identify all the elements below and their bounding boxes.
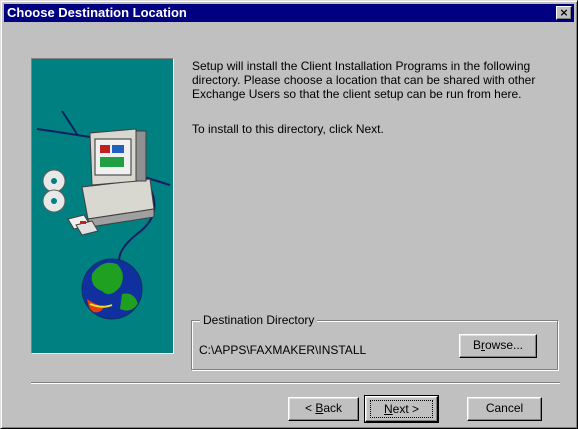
close-button[interactable]: × xyxy=(556,6,572,20)
globe-icon xyxy=(81,258,143,320)
browse-button[interactable]: Browse... xyxy=(459,334,537,358)
destination-directory-group: Destination Directory C:\APPS\FAXMAKER\I… xyxy=(191,313,558,370)
separator xyxy=(31,382,560,384)
setup-dialog: Choose Destination Location × Setup will… xyxy=(0,0,578,429)
focus-rect: Next > xyxy=(370,400,433,418)
instruction-text: To install to this directory, click Next… xyxy=(192,122,384,136)
destination-group-label: Destination Directory xyxy=(200,313,318,327)
computer-icon xyxy=(81,128,155,228)
cancel-button[interactable]: Cancel xyxy=(467,397,542,421)
setup-illustration xyxy=(36,110,171,320)
setup-illustration-panel xyxy=(31,58,174,354)
dialog-title: Choose Destination Location xyxy=(7,5,187,20)
cd-disc-icon xyxy=(42,169,66,213)
destination-path: C:\APPS\FAXMAKER\INSTALL xyxy=(199,343,367,357)
intro-text: Setup will install the Client Installati… xyxy=(192,59,536,101)
close-icon: × xyxy=(559,6,569,19)
next-button[interactable]: Next > xyxy=(364,395,439,423)
back-button[interactable]: < Back xyxy=(288,397,359,421)
title-bar[interactable]: Choose Destination Location × xyxy=(4,4,574,22)
